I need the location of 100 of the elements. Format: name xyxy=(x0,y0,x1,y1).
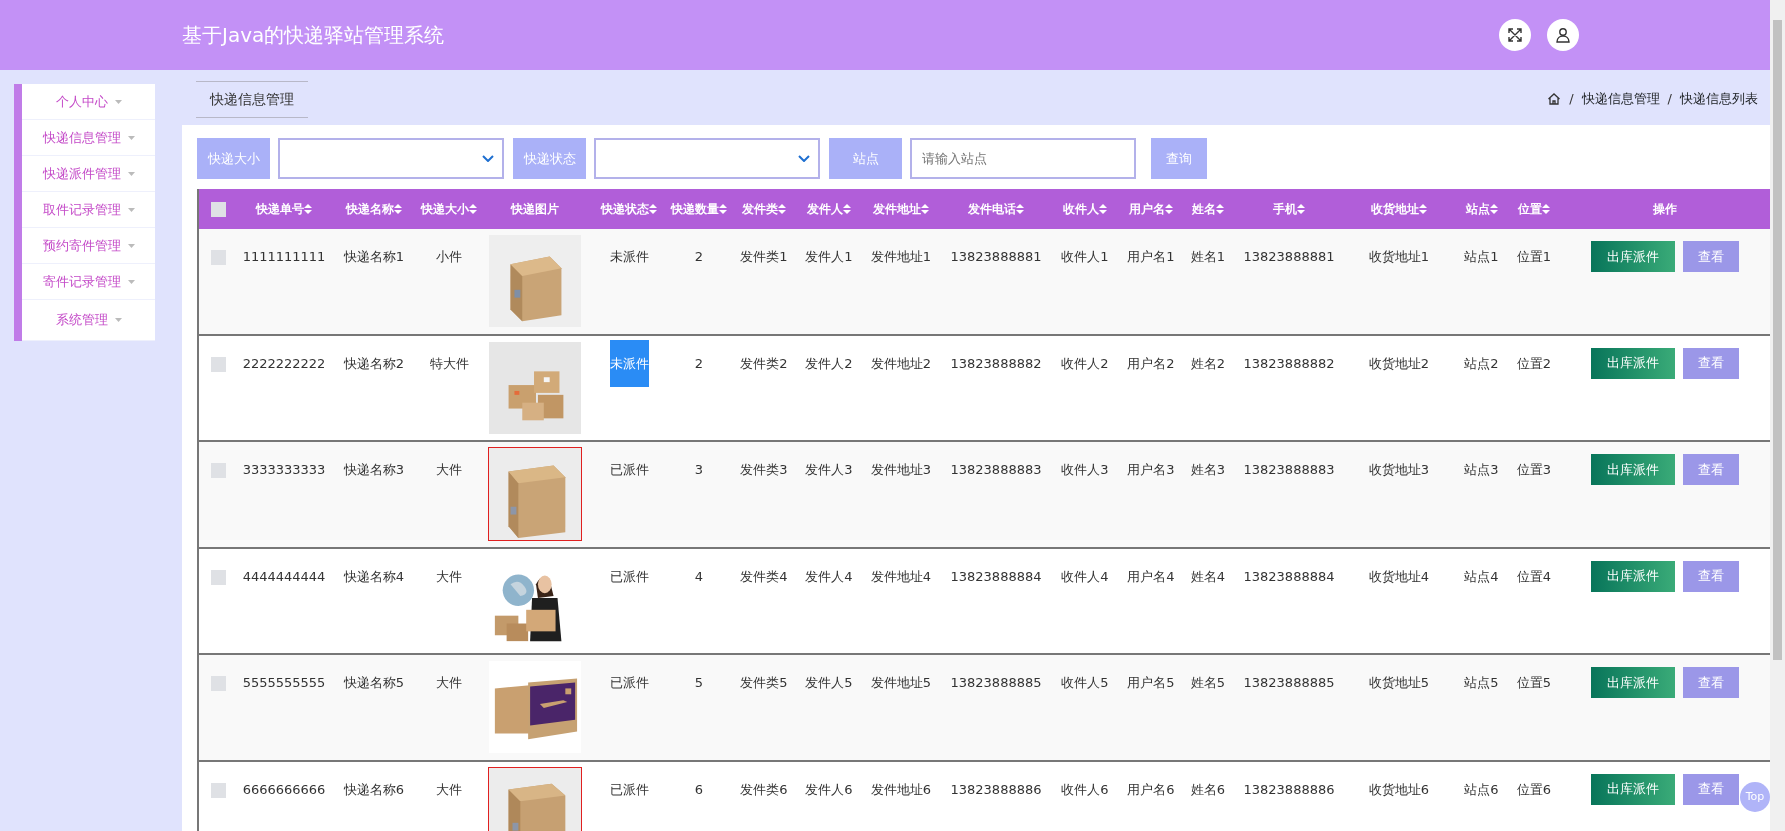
search-field[interactable]: 请输入站点 xyxy=(910,138,1136,179)
view-button[interactable]: 查看 xyxy=(1682,241,1739,272)
table-cell: 13823888883 xyxy=(950,462,1042,477)
column-header[interactable]: 手机 xyxy=(1273,200,1305,218)
table-cell: 3 xyxy=(694,462,704,477)
table-cell: 收货地址5 xyxy=(1368,675,1430,690)
dispatch-button[interactable]: 出库派件 xyxy=(1590,667,1675,698)
user-button[interactable] xyxy=(1547,19,1579,51)
filter-label: 快递状态 xyxy=(513,138,586,179)
breadcrumb-link[interactable]: 快递信息列表 xyxy=(1680,89,1758,109)
table-cell: 位置1 xyxy=(1516,249,1552,264)
status-cell: 已派件 xyxy=(609,568,649,584)
view-button[interactable]: 查看 xyxy=(1682,560,1739,592)
dispatch-button[interactable]: 出库派件 xyxy=(1590,241,1675,272)
table-cell: 发件人4 xyxy=(805,568,853,584)
table-cell: 用户名4 xyxy=(1127,568,1175,584)
row-checkbox[interactable] xyxy=(211,676,226,691)
table-cell: 发件类1 xyxy=(740,249,788,264)
table-cell: 13823888882 xyxy=(1243,355,1335,371)
scrollbar-thumb[interactable] xyxy=(1773,20,1782,660)
view-button[interactable]: 查看 xyxy=(1682,454,1739,485)
table-cell: 位置4 xyxy=(1516,568,1552,584)
table-cell: 位置3 xyxy=(1516,462,1552,477)
table-cell: 站点3 xyxy=(1464,462,1499,477)
table-cell: 小件 xyxy=(436,249,462,264)
table-cell: 收货地址4 xyxy=(1368,568,1430,584)
table-cell: 发件人5 xyxy=(805,675,853,690)
table-cell: 发件地址2 xyxy=(870,355,932,371)
table-cell: 发件人3 xyxy=(805,462,853,477)
table-cell: 姓名5 xyxy=(1190,675,1226,690)
page-tab[interactable]: 快递信息管理 xyxy=(196,81,308,118)
table-cell: 13823888883 xyxy=(1243,462,1335,477)
table-cell: 位置6 xyxy=(1516,781,1552,797)
row-checkbox[interactable] xyxy=(211,250,226,265)
table-cell: 发件地址3 xyxy=(870,462,932,477)
status-cell: 已派件 xyxy=(609,462,649,477)
table-cell: 2 xyxy=(694,355,704,371)
table-cell: 13823888882 xyxy=(950,355,1042,371)
status-cell: 未派件 xyxy=(609,339,649,387)
chevron-icon xyxy=(482,155,494,162)
dispatch-button[interactable]: 出库派件 xyxy=(1590,773,1675,805)
home-icon xyxy=(1547,91,1562,106)
view-button[interactable]: 查看 xyxy=(1682,667,1739,698)
row-checkbox[interactable] xyxy=(211,356,226,372)
caret-icon xyxy=(114,318,122,322)
table-cell: 4 xyxy=(694,568,704,584)
table-cell: 发件人2 xyxy=(805,355,853,371)
dropdown-field[interactable] xyxy=(278,138,504,179)
table-cell: 发件地址4 xyxy=(870,568,932,584)
table-cell: 大件 xyxy=(436,568,462,584)
user-icon xyxy=(1555,27,1571,43)
row-checkbox[interactable] xyxy=(211,782,226,798)
table-cell: 收件人1 xyxy=(1061,249,1109,264)
table-cell: 站点6 xyxy=(1464,781,1499,797)
view-button[interactable]: 查看 xyxy=(1682,347,1739,379)
table-cell: 位置5 xyxy=(1516,675,1552,690)
table-cell: 用户名6 xyxy=(1127,781,1175,797)
table-cell: 大件 xyxy=(436,675,462,690)
table-cell: 收件人5 xyxy=(1061,675,1109,690)
table-cell: 发件地址6 xyxy=(870,781,932,797)
fullscreen-button[interactable] xyxy=(1499,19,1531,51)
breadcrumb-link[interactable]: 快递信息管理 xyxy=(1581,89,1660,109)
status-cell: 已派件 xyxy=(609,781,649,797)
scrollbar[interactable] xyxy=(1770,0,1785,831)
fullscreen-icon xyxy=(1507,27,1523,43)
table-cell: 用户名1 xyxy=(1127,249,1175,264)
status-cell: 已派件 xyxy=(609,675,649,690)
row-checkbox[interactable] xyxy=(211,463,226,478)
dropdown-field[interactable] xyxy=(594,138,820,179)
dispatch-button[interactable]: 出库派件 xyxy=(1590,560,1675,592)
table-cell: 1111111111 xyxy=(242,249,326,264)
column-header: 操作 xyxy=(1652,201,1677,218)
dispatch-button[interactable]: 出库派件 xyxy=(1590,454,1675,485)
caret-icon xyxy=(127,279,135,284)
filter-label: 站点 xyxy=(829,138,902,179)
table-cell: 发件类4 xyxy=(740,568,788,584)
table-cell: 快递名称1 xyxy=(343,249,405,264)
table-cell: 4444444444 xyxy=(242,568,326,584)
row-checkbox[interactable] xyxy=(211,569,226,585)
table-cell: 快递名称2 xyxy=(343,355,405,371)
table-cell: 姓名4 xyxy=(1190,568,1226,584)
view-button[interactable]: 查看 xyxy=(1682,773,1739,805)
table-cell: 用户名3 xyxy=(1127,462,1175,477)
table-cell: 发件类5 xyxy=(740,675,788,690)
table-cell: 姓名2 xyxy=(1190,355,1226,371)
table-cell: 2 xyxy=(694,249,704,264)
dispatch-button[interactable]: 出库派件 xyxy=(1590,347,1675,379)
table-cell: 姓名6 xyxy=(1190,781,1226,797)
table-cell: 13823888881 xyxy=(1243,249,1335,264)
table-cell: 发件地址1 xyxy=(870,249,932,264)
select-all-checkbox[interactable] xyxy=(211,202,226,217)
table-cell: 大件 xyxy=(436,781,462,797)
filter-label: 快递大小 xyxy=(197,138,270,179)
table-cell: 姓名3 xyxy=(1190,462,1226,477)
table-cell: 站点1 xyxy=(1464,249,1499,264)
search-button[interactable]: 查询 xyxy=(1151,138,1207,179)
table-cell: 发件类6 xyxy=(740,781,788,797)
table-cell: 发件人1 xyxy=(805,249,853,264)
table-cell: 13823888885 xyxy=(1243,675,1335,690)
table-cell: 收件人6 xyxy=(1061,781,1109,797)
